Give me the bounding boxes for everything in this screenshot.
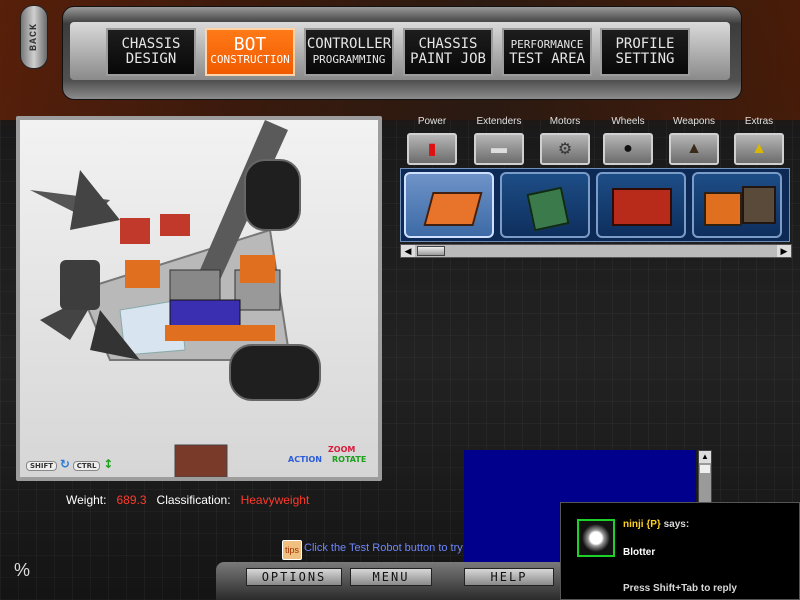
battery-part-icon bbox=[612, 188, 672, 226]
move-arrows-icon: ↕ bbox=[103, 457, 114, 471]
tab-line2: SETTING bbox=[615, 51, 675, 67]
category-label-weapons: Weapons bbox=[672, 116, 716, 127]
tab-line1: PERFORMANCE bbox=[510, 38, 584, 51]
robot-wheel bbox=[60, 260, 100, 310]
view-controls-left: SHIFT ↻ CTRL ↕ bbox=[26, 457, 113, 471]
robot-wheel bbox=[244, 159, 301, 231]
tab-chassis-paint-job[interactable]: CHASSIS PAINT JOB bbox=[403, 28, 493, 76]
part-battery-green[interactable] bbox=[500, 172, 590, 238]
tab-profile-setting[interactable]: PROFILE SETTING bbox=[600, 28, 690, 76]
action-label: ACTION bbox=[288, 455, 322, 464]
tab-line1: CONTROLLER bbox=[306, 36, 392, 52]
category-motors-button[interactable]: ⚙ bbox=[540, 133, 590, 165]
sender-name: ninji {P} bbox=[623, 519, 661, 530]
percent-logo-icon: % bbox=[14, 560, 31, 580]
weapon-icon: ▲ bbox=[686, 140, 702, 157]
extender-bar-icon: ▬ bbox=[491, 140, 507, 157]
back-button[interactable]: BACK bbox=[20, 5, 48, 69]
battery-part bbox=[165, 325, 275, 341]
battery-part bbox=[169, 299, 241, 327]
wheel-icon: ● bbox=[623, 140, 633, 157]
menu-button[interactable]: MENU bbox=[350, 568, 432, 586]
category-extras-button[interactable]: ▲ bbox=[734, 133, 784, 165]
robot-stats: Weight: 689.3 Classification: Heavyweigh… bbox=[66, 493, 309, 507]
robot-wheel bbox=[229, 344, 321, 401]
robot-3d-viewport[interactable]: SHIFT ↻ CTRL ↕ ACTION ZOOM ROTATE bbox=[16, 116, 382, 481]
tab-line1: CHASSIS bbox=[121, 36, 181, 52]
battery-part-icon bbox=[742, 186, 776, 224]
scroll-right-icon[interactable]: ▶ bbox=[777, 245, 791, 257]
category-wheels-button[interactable]: ● bbox=[603, 133, 653, 165]
chat-message: Blotter bbox=[623, 547, 656, 558]
scroll-up-icon[interactable]: ▲ bbox=[699, 451, 711, 463]
chat-reply-hint: Press Shift+Tab to reply bbox=[622, 583, 737, 594]
tab-line2: PAINT JOB bbox=[410, 51, 486, 67]
motor-part bbox=[125, 260, 160, 288]
battery-icon: ▮ bbox=[427, 141, 437, 158]
battery-part bbox=[120, 218, 150, 244]
category-label-power: Power bbox=[417, 116, 447, 127]
tab-line2: PROGRAMMING bbox=[312, 53, 386, 66]
help-button[interactable]: HELP bbox=[464, 568, 554, 586]
extras-icon: ▲ bbox=[751, 140, 767, 157]
weight-label: Weight: bbox=[66, 493, 107, 507]
robot-render bbox=[30, 120, 321, 477]
tab-line1: PROFILE bbox=[615, 36, 675, 52]
classification-label: Classification: bbox=[156, 493, 231, 507]
category-power-button[interactable]: ▮ bbox=[407, 133, 457, 165]
scroll-thumb[interactable] bbox=[417, 246, 445, 256]
spike-weapon bbox=[70, 170, 120, 230]
weight-value: 689.3 bbox=[116, 493, 147, 507]
battery-part bbox=[160, 214, 190, 236]
rotate-arrows-icon: ↻ bbox=[59, 457, 70, 471]
category-label-extras: Extras bbox=[744, 116, 774, 127]
avatar bbox=[577, 519, 615, 557]
battery-part-icon bbox=[423, 192, 483, 226]
view-controls-right: ACTION ZOOM ROTATE bbox=[288, 445, 374, 471]
shift-key: SHIFT bbox=[26, 461, 58, 471]
scroll-left-icon[interactable]: ◀ bbox=[401, 245, 415, 257]
battery-part-icon bbox=[704, 192, 742, 226]
tab-line1: BOT bbox=[233, 34, 267, 55]
category-label-extenders: Extenders bbox=[476, 116, 522, 127]
motor-part bbox=[240, 255, 275, 283]
tab-line2: CONSTRUCTION bbox=[210, 53, 290, 66]
tips-icon[interactable]: tips bbox=[282, 540, 302, 560]
parts-scrollbar[interactable]: ◀ ▶ bbox=[400, 244, 792, 258]
category-label-wheels: Wheels bbox=[611, 116, 645, 127]
scroll-thumb[interactable] bbox=[700, 465, 710, 473]
category-weapons-button[interactable]: ▲ bbox=[669, 133, 719, 165]
ctrl-key: CTRL bbox=[72, 461, 101, 471]
category-extenders-button[interactable]: ▬ bbox=[474, 133, 524, 165]
classification-value: Heavyweight bbox=[240, 493, 310, 507]
rotate-label: ROTATE bbox=[332, 455, 367, 464]
chat-popup[interactable]: ninji {P} says: Blotter Press Shift+Tab … bbox=[560, 502, 800, 600]
motor-icon: ⚙ bbox=[557, 141, 573, 158]
tab-performance-test-area[interactable]: PERFORMANCE TEST AREA bbox=[502, 28, 592, 76]
part-battery-red[interactable] bbox=[596, 172, 686, 238]
tab-chassis-design[interactable]: CHASSIS DESIGN bbox=[106, 28, 196, 76]
category-label-motors: Motors bbox=[549, 116, 581, 127]
zoom-label: ZOOM bbox=[328, 445, 356, 454]
tab-line1: CHASSIS bbox=[418, 36, 478, 52]
tab-line2: DESIGN bbox=[125, 51, 177, 67]
options-button[interactable]: OPTIONS bbox=[246, 568, 342, 586]
back-label: BACK bbox=[28, 22, 40, 51]
tab-line2: TEST AREA bbox=[509, 51, 585, 67]
sender-says: says: bbox=[663, 519, 690, 530]
part-thumbnail bbox=[174, 444, 228, 477]
part-battery-pack[interactable] bbox=[692, 172, 782, 238]
part-battery-orange[interactable] bbox=[404, 172, 494, 238]
tab-controller-programming[interactable]: CONTROLLER PROGRAMMING bbox=[304, 28, 394, 76]
tab-bot-construction[interactable]: BOT CONSTRUCTION bbox=[205, 28, 295, 76]
chat-sender: ninji {P} says: bbox=[623, 519, 689, 530]
battery-part-icon bbox=[526, 186, 570, 232]
